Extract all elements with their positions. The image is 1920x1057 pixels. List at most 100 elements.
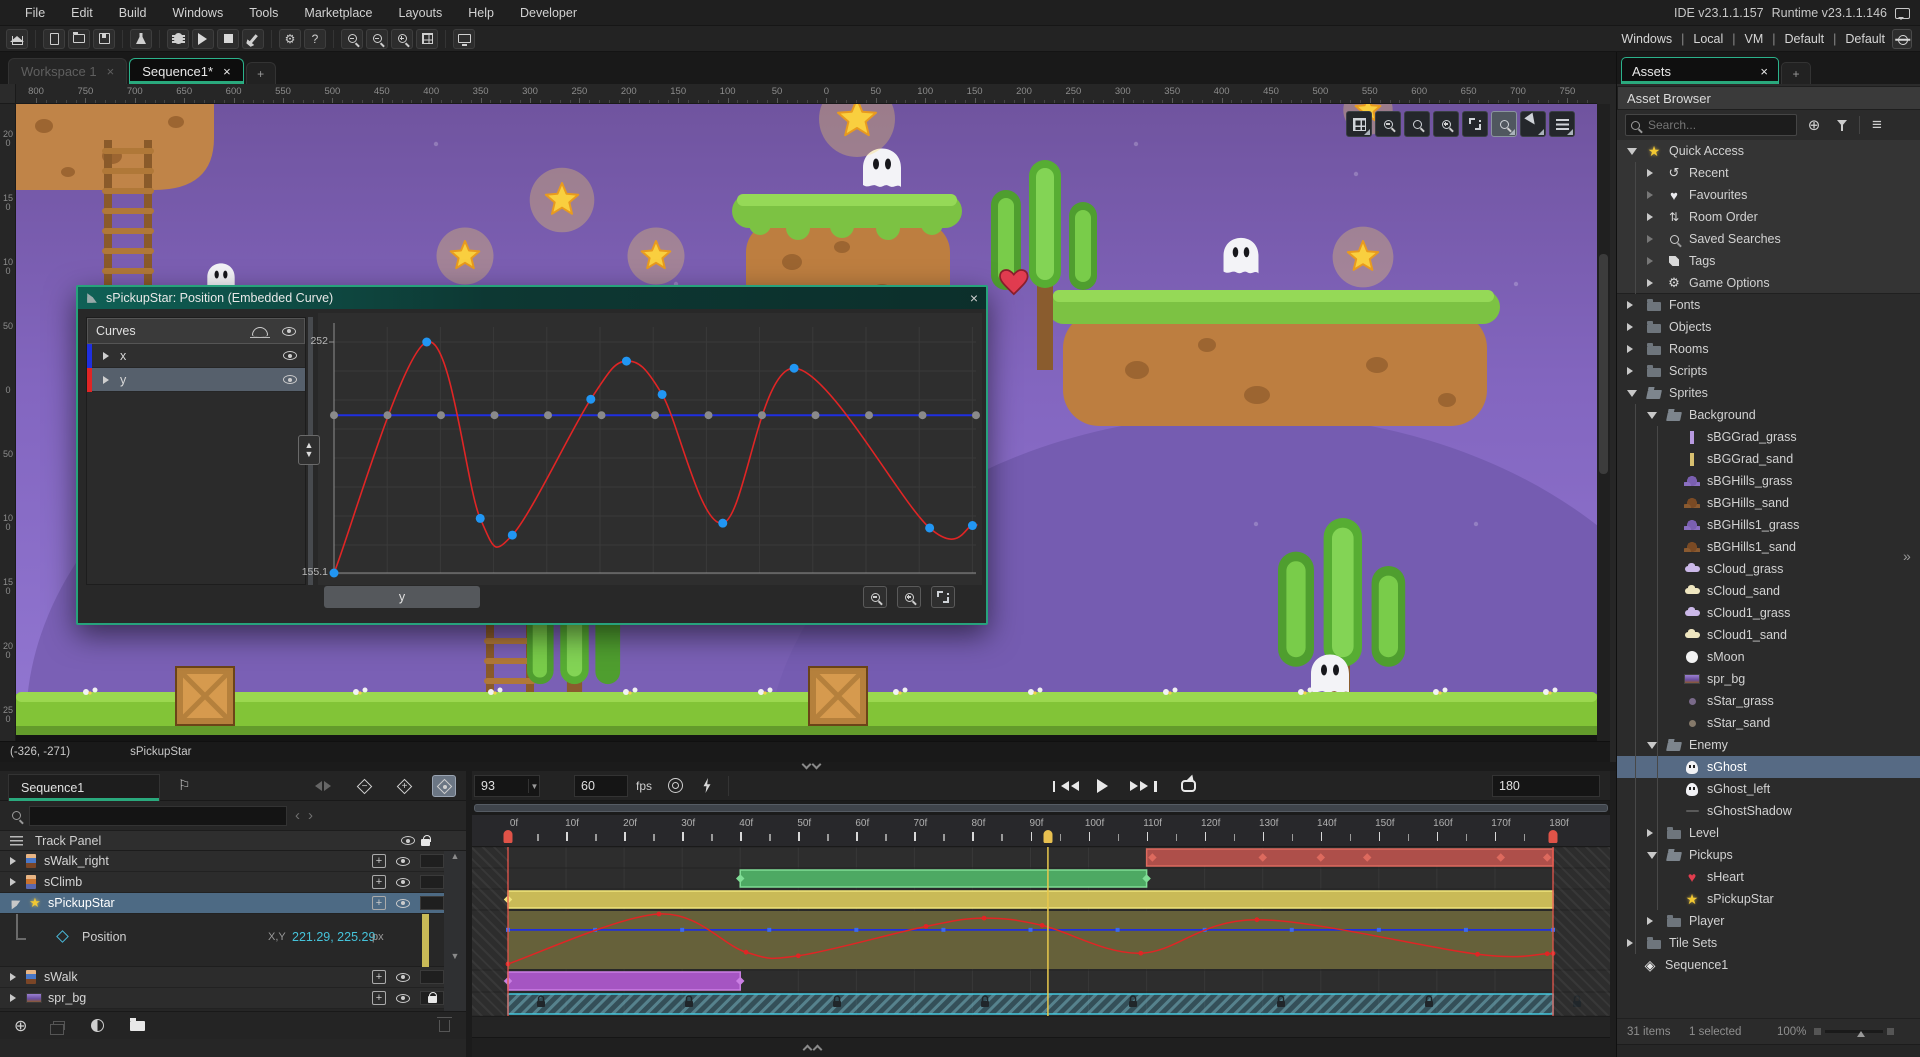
track-row-spickupstar[interactable]: ★sPickupStar+ — [0, 893, 444, 914]
curve-row-y[interactable]: y — [87, 368, 305, 392]
target-1[interactable]: Local — [1693, 32, 1723, 46]
new-file-button[interactable] — [43, 29, 65, 49]
asset-row-sstar_grass[interactable]: sStar_grass — [1617, 690, 1920, 712]
asset-row-sprites[interactable]: Sprites — [1617, 382, 1920, 404]
asset-row-scripts[interactable]: Scripts — [1617, 360, 1920, 382]
menu-tools[interactable]: Tools — [236, 0, 291, 26]
add-parameter-icon[interactable]: + — [372, 970, 386, 984]
track-row-sclimb[interactable]: sClimb+ — [0, 872, 444, 893]
tree-zoom-slider[interactable] — [1814, 1028, 1894, 1035]
track-row-swalk_right[interactable]: sWalk_right+ — [0, 851, 444, 872]
asset-row-sghostshadow[interactable]: sGhostShadow — [1617, 800, 1920, 822]
curve-row-x[interactable]: x — [87, 344, 305, 368]
expander-icon[interactable] — [1627, 390, 1637, 402]
track-visibility-icon[interactable] — [396, 857, 410, 866]
add-asset-icon[interactable]: ⊕ — [1803, 114, 1825, 136]
add-parameter-icon[interactable]: + — [372, 896, 386, 910]
asset-row-scloud_sand[interactable]: sCloud_sand — [1617, 580, 1920, 602]
expander-icon[interactable] — [1647, 213, 1657, 221]
remove-keyframe-button[interactable]: − — [352, 775, 376, 797]
asset-row-scloud_grass[interactable]: sCloud_grass — [1617, 558, 1920, 580]
asset-row-scloud1_sand[interactable]: sCloud1_sand — [1617, 624, 1920, 646]
asset-row-sbggrad_grass[interactable]: sBGGrad_grass — [1617, 426, 1920, 448]
asset-row-tile-sets[interactable]: Tile Sets — [1617, 932, 1920, 954]
blend-mode-icon[interactable] — [91, 1019, 104, 1032]
pixel-grid-button[interactable] — [416, 29, 438, 49]
tab-workspace1[interactable]: Workspace 1× — [8, 58, 127, 84]
expander-icon[interactable] — [1627, 301, 1637, 309]
target-4[interactable]: Default — [1845, 32, 1885, 46]
menu-windows[interactable]: Windows — [160, 0, 237, 26]
spool-icon[interactable] — [668, 778, 683, 793]
menu-icon[interactable]: ≡ — [1866, 114, 1888, 136]
open-project-button[interactable] — [68, 29, 90, 49]
save-project-button[interactable] — [93, 29, 115, 49]
timeline-lanes[interactable] — [472, 847, 1610, 1016]
filter-icon[interactable] — [1831, 114, 1853, 136]
expander-icon[interactable] — [1647, 191, 1657, 199]
asset-row-tags[interactable]: Tags — [1617, 250, 1920, 272]
timeline-ruler[interactable]: 0f10f20f30f40f50f60f70f80f90f100f110f120… — [472, 815, 1610, 847]
add-parameter-icon[interactable]: + — [372, 875, 386, 889]
target-2[interactable]: VM — [1745, 32, 1764, 46]
skip-to-start-button[interactable] — [1050, 774, 1082, 798]
layer-options-button[interactable] — [1549, 111, 1575, 137]
all-visibility-icon[interactable] — [401, 836, 415, 845]
asset-row-sghost_left[interactable]: sGhost_left — [1617, 778, 1920, 800]
ghost-enemy[interactable] — [1311, 655, 1349, 694]
play-button[interactable] — [1088, 774, 1120, 798]
asset-row-objects[interactable]: Objects — [1617, 316, 1920, 338]
visibility-eye-icon[interactable] — [283, 375, 297, 384]
next-result-icon[interactable]: › — [308, 807, 313, 824]
track-chip[interactable] — [420, 896, 444, 910]
tab-sequence1[interactable]: Sequence1*× — [129, 58, 243, 84]
asset-row-smoon[interactable]: sMoon — [1617, 646, 1920, 668]
ghost-enemy[interactable] — [1224, 238, 1259, 273]
flag-icon[interactable]: ⚐ — [178, 777, 191, 794]
zoom-reset-button[interactable] — [366, 29, 388, 49]
zoom-out-button[interactable] — [341, 29, 363, 49]
expander-icon[interactable] — [1627, 148, 1637, 160]
zoom-in-button[interactable] — [391, 29, 413, 49]
windows-layout-button[interactable] — [453, 29, 475, 49]
quick-play-icon[interactable] — [702, 778, 712, 793]
track-lock-icon[interactable] — [420, 991, 444, 1005]
close-icon[interactable]: × — [223, 64, 231, 79]
target-3[interactable]: Default — [1785, 32, 1825, 46]
settings-button[interactable]: ⚙ — [279, 29, 301, 49]
asset-row-sbggrad_sand[interactable]: sBGGrad_sand — [1617, 448, 1920, 470]
run-button[interactable] — [192, 29, 214, 49]
position-subtrack-row[interactable]: PositionX,Y221.29, 225.29px — [0, 914, 444, 967]
filter-sort-icon[interactable] — [10, 836, 23, 846]
assets-tab[interactable]: Assets × — [1621, 57, 1779, 84]
expander-icon[interactable] — [1647, 257, 1657, 265]
curve-editor-titlebar[interactable]: sPickupStar: Position (Embedded Curve) × — [78, 287, 986, 309]
asset-row-sghost[interactable]: sGhost — [1617, 756, 1920, 778]
track-row-swalk[interactable]: sWalk+ — [0, 967, 444, 988]
home-button[interactable] — [6, 29, 28, 49]
asset-row-background[interactable]: Background — [1617, 404, 1920, 426]
zoom-fit-button[interactable] — [1462, 111, 1488, 137]
asset-row-game-options[interactable]: ⚙Game Options — [1617, 272, 1920, 294]
zoom-reset-button[interactable] — [1404, 111, 1430, 137]
all-lock-icon[interactable] — [421, 839, 430, 846]
fps-input[interactable] — [574, 775, 628, 797]
new-tab-button[interactable]: + — [246, 62, 276, 84]
visibility-eye-icon[interactable] — [283, 351, 297, 360]
asset-row-sbghills_grass[interactable]: sBGHills_grass — [1617, 470, 1920, 492]
menu-help[interactable]: Help — [455, 0, 507, 26]
expander-icon[interactable] — [1647, 279, 1657, 287]
prev-result-icon[interactable]: ‹ — [295, 807, 300, 824]
position-value[interactable]: 221.29, 225.29 — [292, 930, 375, 944]
add-keyframe-button[interactable]: + — [392, 775, 416, 797]
target-manager-icon[interactable] — [1892, 29, 1912, 49]
asset-search-input[interactable] — [1625, 114, 1797, 136]
group-track-icon[interactable] — [130, 1021, 145, 1031]
timeline-scrollbar[interactable] — [472, 801, 1610, 815]
expander-icon[interactable] — [1647, 742, 1657, 754]
curve-zoom-in-button[interactable] — [897, 586, 921, 608]
close-icon[interactable]: × — [107, 64, 115, 79]
sequence-length-input[interactable] — [1492, 775, 1600, 797]
magnifier-tool-button[interactable] — [1491, 111, 1517, 137]
add-track-icon[interactable]: ⊕ — [14, 1016, 27, 1036]
